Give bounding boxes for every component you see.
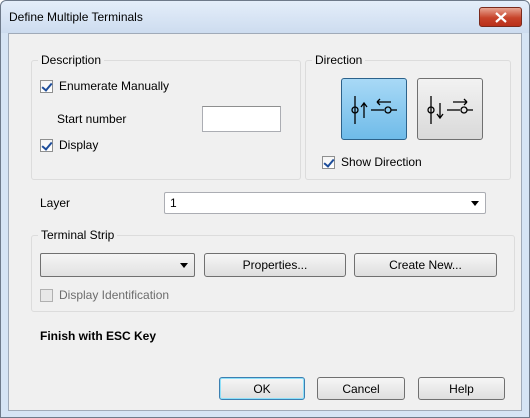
description-group-label: Description (38, 53, 105, 67)
cancel-button[interactable]: Cancel (317, 377, 405, 400)
display-checkbox[interactable] (40, 138, 53, 152)
close-icon (495, 12, 507, 23)
terminal-direction-out-icon (427, 96, 473, 124)
start-number-label: Start number (57, 112, 127, 126)
direction-out-button[interactable] (417, 78, 483, 140)
display-identification-checkbox-row[interactable]: Display Identification (40, 288, 169, 302)
layer-value: 1 (170, 196, 177, 210)
terminal-strip-dropdown[interactable] (40, 253, 195, 277)
create-new-button[interactable]: Create New... (354, 253, 497, 277)
direction-in-button[interactable] (341, 78, 407, 140)
title-bar[interactable]: Define Multiple Terminals (1, 1, 529, 33)
show-direction-label: Show Direction (341, 155, 422, 169)
start-number-input[interactable] (202, 106, 281, 132)
window-title: Define Multiple Terminals (9, 10, 143, 24)
help-button[interactable]: Help (418, 377, 505, 400)
terminal-direction-in-icon (351, 96, 397, 124)
properties-button[interactable]: Properties... (204, 253, 346, 277)
help-button-label: Help (449, 381, 474, 396)
layer-label: Layer (40, 196, 71, 210)
dialog-window: Define Multiple Terminals Description En… (0, 0, 530, 418)
direction-group-label: Direction (312, 53, 366, 67)
chevron-down-icon (180, 263, 188, 268)
layer-dropdown[interactable]: 1 (164, 192, 486, 214)
finish-hint-text: Finish with ESC Key (40, 329, 157, 343)
display-identification-checkbox[interactable] (40, 288, 53, 302)
close-button[interactable] (479, 7, 522, 27)
ok-button-label: OK (253, 381, 271, 396)
dialog-body: Description Enumerate Manually Start num… (8, 33, 522, 411)
create-new-button-label: Create New... (389, 258, 462, 272)
terminal-strip-group-label: Terminal Strip (38, 228, 118, 242)
properties-button-label: Properties... (242, 258, 308, 272)
ok-button[interactable]: OK (219, 377, 305, 400)
enumerate-manually-checkbox-row[interactable]: Enumerate Manually (40, 79, 169, 93)
cancel-button-label: Cancel (342, 381, 380, 396)
show-direction-checkbox[interactable] (322, 155, 335, 169)
enumerate-manually-label: Enumerate Manually (59, 79, 170, 93)
chevron-down-icon (471, 201, 479, 206)
display-identification-label: Display Identification (59, 288, 170, 302)
display-label: Display (59, 138, 99, 152)
display-checkbox-row[interactable]: Display (40, 138, 98, 152)
show-direction-checkbox-row[interactable]: Show Direction (322, 155, 422, 169)
enumerate-manually-checkbox[interactable] (40, 79, 53, 93)
